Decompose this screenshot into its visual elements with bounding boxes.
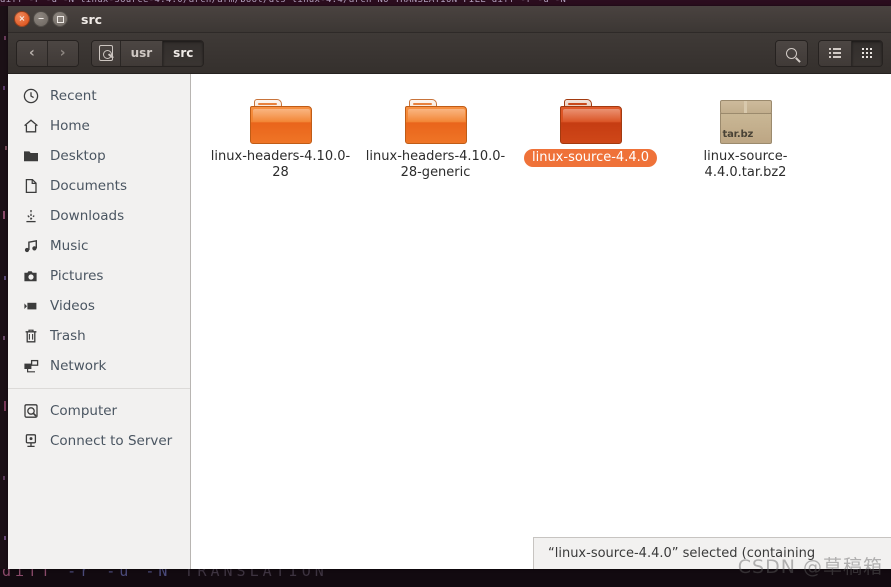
sidebar-item-desktop[interactable]: Desktop xyxy=(8,141,190,171)
status-bar: “linux-source-4.4.0” selected (containin… xyxy=(533,537,891,569)
sidebar-item-recent[interactable]: Recent xyxy=(8,81,190,111)
sidebar-item-label: Network xyxy=(50,358,107,374)
sidebar-item-label: Videos xyxy=(50,298,95,314)
file-item-selected[interactable]: linux-source-4.4.0 xyxy=(513,88,668,181)
server-connect-icon xyxy=(22,433,39,450)
archive-icon: tar.bz xyxy=(719,100,772,144)
sidebar-divider xyxy=(8,388,190,389)
maximize-icon xyxy=(56,15,64,23)
sidebar-item-home[interactable]: Home xyxy=(8,111,190,141)
sidebar-item-label: Connect to Server xyxy=(50,433,173,449)
close-window-button[interactable]: × xyxy=(14,11,30,27)
download-arrow-icon xyxy=(22,208,39,225)
sidebar-item-trash[interactable]: Trash xyxy=(8,321,190,351)
file-manager-window: × − src ‹ › usr src Recent Home Desktop … xyxy=(8,6,891,569)
camera-icon xyxy=(22,268,39,285)
sidebar-item-documents[interactable]: Documents xyxy=(8,171,190,201)
sidebar-item-downloads[interactable]: Downloads xyxy=(8,201,190,231)
sidebar-item-label: Music xyxy=(50,238,89,254)
sidebar-item-music[interactable]: Music xyxy=(8,231,190,261)
file-list-area[interactable]: linux-headers-4.10.0-28 linux-headers-4.… xyxy=(191,74,891,569)
sidebar-item-computer[interactable]: Computer xyxy=(8,396,190,426)
computer-disk-icon xyxy=(98,45,113,61)
terminal-top-text: diff -r -u -N linux-source-4.4.0/arch/ar… xyxy=(0,0,567,5)
navigation-buttons: ‹ › xyxy=(16,39,79,67)
grid-view-icon xyxy=(862,48,872,58)
folder-icon xyxy=(404,99,467,144)
file-item[interactable]: tar.bz linux-source-4.4.0.tar.bz2 xyxy=(668,88,823,181)
view-toggle-group xyxy=(818,39,883,67)
back-button[interactable]: ‹ xyxy=(17,40,48,66)
minimize-icon: − xyxy=(37,14,45,23)
sidebar-item-label: Pictures xyxy=(50,268,104,284)
sidebar-item-label: Recent xyxy=(50,88,97,104)
breadcrumb: usr src xyxy=(90,39,205,67)
file-icon-wrap: tar.bz xyxy=(719,96,772,144)
sidebar-item-label: Downloads xyxy=(50,208,125,224)
document-icon xyxy=(22,178,39,195)
file-icon-wrap xyxy=(404,96,467,144)
terminal-background-bottom: diff -r -u -N TRANSLATION xyxy=(0,569,891,587)
file-label: linux-source-4.4.0.tar.bz2 xyxy=(703,149,788,180)
file-icon-wrap xyxy=(249,96,312,144)
sidebar-item-label: Trash xyxy=(50,328,86,344)
list-view-button[interactable] xyxy=(819,40,852,66)
breadcrumb-item-usr[interactable]: usr xyxy=(120,40,164,66)
sidebar-item-videos[interactable]: Videos xyxy=(8,291,190,321)
toolbar-right-group xyxy=(775,39,883,67)
folder-icon xyxy=(22,148,39,165)
sidebar-item-pictures[interactable]: Pictures xyxy=(8,261,190,291)
file-item[interactable]: linux-headers-4.10.0-28 xyxy=(203,88,358,181)
status-text: “linux-source-4.4.0” selected (containin… xyxy=(548,546,816,561)
breadcrumb-item-src[interactable]: src xyxy=(163,40,204,66)
file-grid: linux-headers-4.10.0-28 linux-headers-4.… xyxy=(191,88,891,181)
video-camera-icon xyxy=(22,298,39,315)
sidebar-item-network[interactable]: Network xyxy=(8,351,190,381)
file-icon-wrap xyxy=(559,96,622,144)
network-icon xyxy=(22,358,39,375)
grid-view-button[interactable] xyxy=(852,40,882,66)
archive-icon-text: tar.bz xyxy=(722,129,754,140)
window-title: src xyxy=(81,11,103,27)
sidebar-item-label: Computer xyxy=(50,403,118,419)
sidebar: Recent Home Desktop Documents Downloads … xyxy=(8,74,191,569)
search-group xyxy=(775,39,808,67)
folder-icon xyxy=(559,99,622,144)
sidebar-item-label: Home xyxy=(50,118,90,134)
maximize-window-button[interactable] xyxy=(52,11,68,27)
toolbar: ‹ › usr src xyxy=(8,33,891,74)
sidebar-item-label: Documents xyxy=(50,178,127,194)
folder-icon xyxy=(249,99,312,144)
file-label: linux-source-4.4.0 xyxy=(523,149,658,167)
window-body: Recent Home Desktop Documents Downloads … xyxy=(8,74,891,569)
list-view-icon xyxy=(829,48,841,58)
breadcrumb-computer-button[interactable] xyxy=(91,40,121,66)
sidebar-item-connect-to-server[interactable]: Connect to Server xyxy=(8,426,190,456)
close-icon: × xyxy=(18,14,26,23)
sidebar-item-label: Desktop xyxy=(50,148,106,164)
file-label: linux-headers-4.10.0-28-generic xyxy=(365,149,506,180)
window-titlebar[interactable]: × − src xyxy=(8,6,891,33)
minimize-window-button[interactable]: − xyxy=(33,11,49,27)
trash-icon xyxy=(22,328,39,345)
terminal-background-left xyxy=(0,6,8,581)
file-label: linux-headers-4.10.0-28 xyxy=(210,149,351,180)
forward-button[interactable]: › xyxy=(47,40,78,66)
home-icon xyxy=(22,118,39,135)
search-button[interactable] xyxy=(776,40,807,66)
terminal-bottom-text: diff -r -u -N TRANSLATION xyxy=(2,569,328,580)
file-item[interactable]: linux-headers-4.10.0-28-generic xyxy=(358,88,513,181)
music-note-icon xyxy=(22,238,39,255)
search-icon xyxy=(786,47,797,59)
clock-icon xyxy=(22,88,39,105)
computer-disk-icon xyxy=(22,403,39,420)
